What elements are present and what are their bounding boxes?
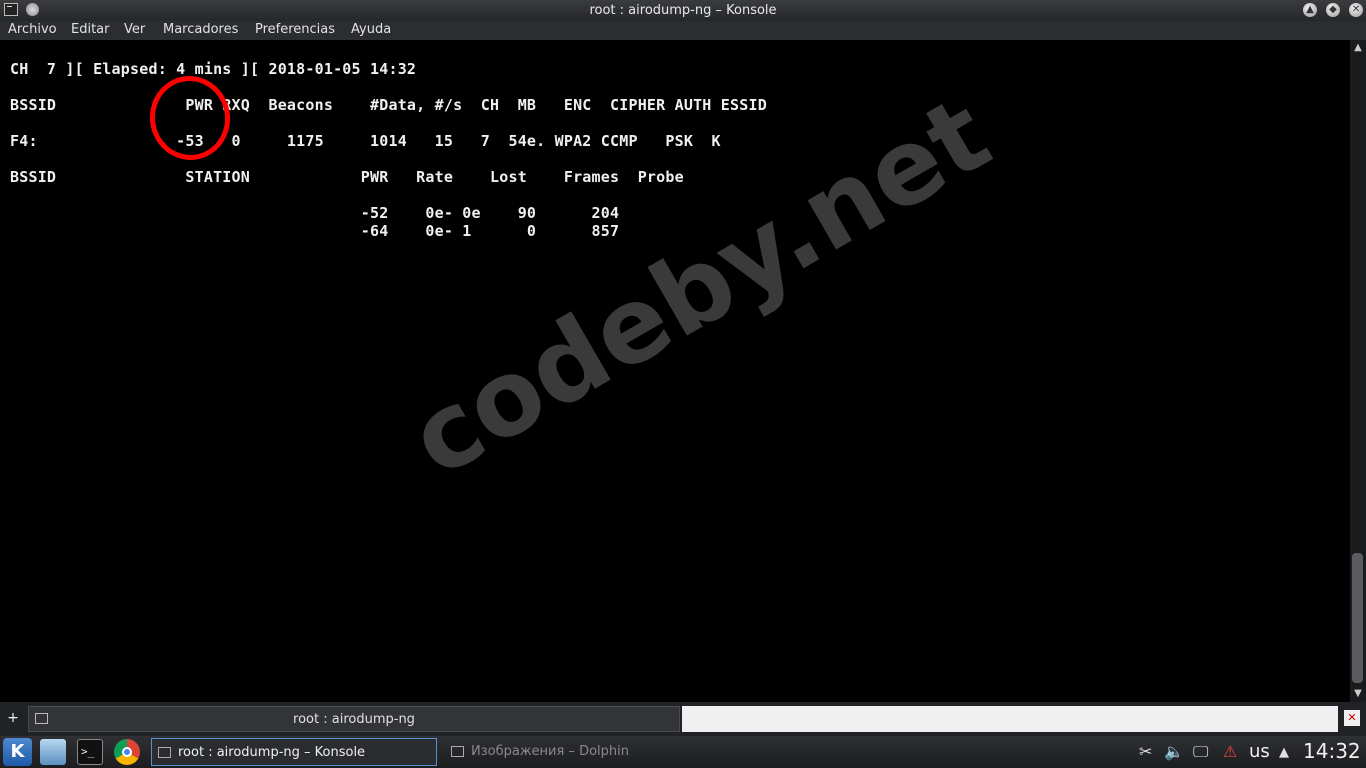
menu-archivo[interactable]: Archivo	[8, 22, 57, 37]
network-icon[interactable]: 🖵	[1193, 742, 1208, 762]
file-manager-launcher-icon[interactable]	[40, 739, 66, 765]
tab-label: root : airodump-ng	[293, 712, 415, 727]
station-row: -52 0e- 0e 90 204	[10, 204, 620, 222]
window-title: root : airodump-ng – Konsole	[589, 3, 777, 18]
dolphin-icon	[451, 746, 464, 757]
task-label: root : airodump-ng – Konsole	[178, 745, 366, 760]
close-button[interactable]: ✕	[1349, 3, 1363, 17]
menu-preferencias[interactable]: Preferencias	[255, 22, 335, 37]
task-konsole[interactable]: root : airodump-ng – Konsole	[151, 738, 437, 766]
new-tab-button[interactable]: +	[3, 710, 23, 728]
terminal-launcher-icon[interactable]: >_	[77, 739, 103, 765]
scroll-down-arrow-icon[interactable]: ▼	[1350, 686, 1366, 702]
menu-marcadores[interactable]: Marcadores	[163, 22, 238, 37]
tab-bar: + root : airodump-ng ✕	[0, 702, 1366, 736]
menu-editar[interactable]: Editar	[71, 22, 110, 37]
ap-row: F4: -53 0 1175 1014 15 7 54e. WPA2 CCMP …	[10, 132, 721, 150]
clock[interactable]: 14:32	[1303, 739, 1361, 763]
chrome-launcher-icon[interactable]	[114, 739, 140, 765]
close-tab-button[interactable]: ✕	[1344, 710, 1360, 726]
menu-ayuda[interactable]: Ayuda	[351, 22, 391, 37]
station-header-line: BSSID STATION PWR Rate Lost Frames Probe	[10, 168, 684, 186]
terminal-output[interactable]: CH 7 ][ Elapsed: 4 mins ][ 2018-01-05 14…	[0, 40, 1350, 702]
red-annotation-circle	[144, 70, 236, 166]
task-dolphin[interactable]: Изображения – Dolphin	[445, 738, 733, 766]
ap-header-line: BSSID PWR RXQ Beacons #Data, #/s CH MB E…	[10, 96, 767, 114]
window-titlebar[interactable]: root : airodump-ng – Konsole ▲ ◆ ✕	[0, 0, 1366, 21]
volume-icon[interactable]: 🔈	[1164, 742, 1184, 761]
scissors-icon[interactable]: ✂	[1139, 742, 1152, 761]
status-line: CH 7 ][ Elapsed: 4 mins ][ 2018-01-05 14…	[10, 60, 417, 78]
menu-ver[interactable]: Ver	[124, 22, 145, 37]
keyboard-layout-indicator[interactable]: us	[1249, 741, 1270, 762]
scrollbar-thumb[interactable]	[1352, 553, 1363, 683]
kde-menu-button[interactable]: K	[3, 738, 32, 766]
maximize-button[interactable]: ◆	[1326, 3, 1340, 17]
station-row: -64 0e- 1 0 857	[10, 222, 620, 240]
task-label: Изображения – Dolphin	[471, 744, 629, 759]
scroll-up-arrow-icon[interactable]: ▲	[1350, 40, 1366, 56]
konsole-icon	[158, 747, 171, 758]
menubar: Archivo Editar Ver Marcadores Preferenci…	[0, 21, 1366, 40]
network-disconnected-icon[interactable]: ⚠	[1223, 742, 1237, 761]
tray-expand-arrow-icon[interactable]: ▲	[1279, 745, 1289, 760]
minimize-button[interactable]: ▲	[1303, 3, 1317, 17]
vertical-scrollbar[interactable]: ▲ ▼	[1350, 40, 1366, 702]
tab-bar-empty-area	[682, 706, 1338, 732]
tab-airodump[interactable]: root : airodump-ng	[28, 706, 680, 732]
taskbar: K >_ root : airodump-ng – Konsole Изобра…	[0, 736, 1366, 768]
